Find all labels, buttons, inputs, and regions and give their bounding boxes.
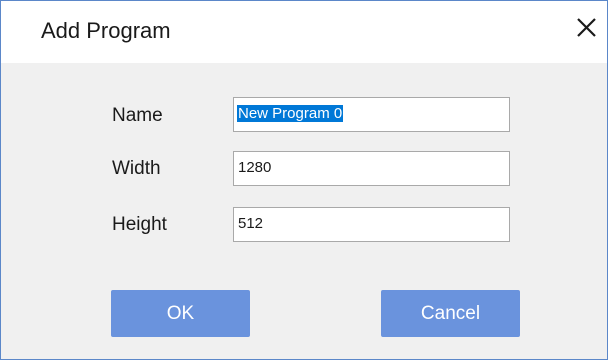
dialog-title: Add Program [41, 18, 171, 43]
height-field[interactable]: 512 [233, 207, 510, 242]
close-icon-glyph [577, 18, 596, 37]
name-field-value: New Program 0 [237, 105, 344, 122]
close-icon[interactable] [571, 13, 601, 43]
dialog-titlebar: Add Program [1, 1, 607, 63]
name-label: Name [112, 105, 163, 126]
name-field[interactable]: New Program 0 [233, 97, 510, 132]
ok-button[interactable]: OK [111, 290, 250, 337]
add-program-dialog: Add Program Name New Program 0 Width 128… [0, 0, 608, 360]
cancel-button[interactable]: Cancel [381, 290, 520, 337]
width-field[interactable]: 1280 [233, 151, 510, 186]
width-label: Width [112, 158, 161, 179]
height-label: Height [112, 214, 167, 235]
width-field-value: 1280 [238, 159, 272, 176]
height-field-value: 512 [238, 215, 264, 232]
